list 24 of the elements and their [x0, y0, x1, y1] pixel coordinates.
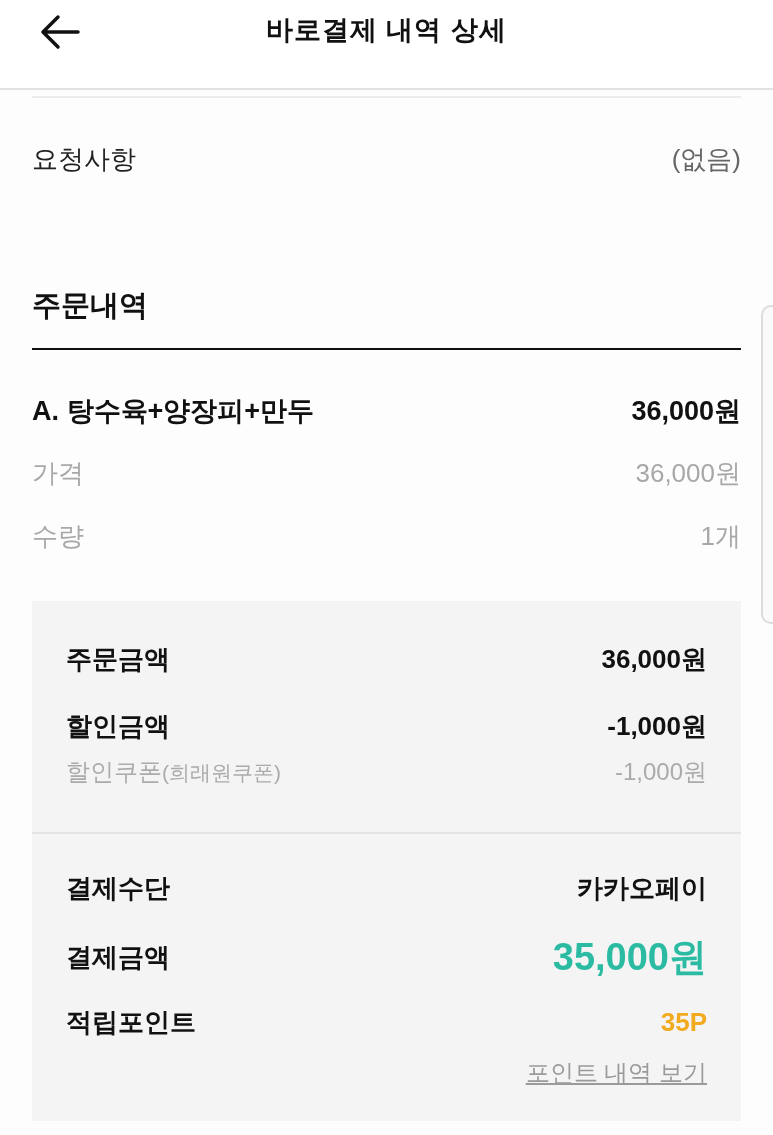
page-title: 바로결제 내역 상세: [266, 14, 507, 47]
summary-label: 결제수단: [66, 871, 170, 905]
detail-label: 수량: [32, 520, 84, 553]
points-value: 35P: [660, 1006, 707, 1038]
detail-label: 가격: [32, 457, 84, 490]
back-arrow-icon[interactable]: [40, 14, 80, 50]
coupon-label: 할인쿠폰(희래원쿠폰): [66, 757, 281, 787]
points-history-link[interactable]: 포인트 내역 보기: [525, 1057, 707, 1089]
item-name: A. 탕수육+양장피+만두: [32, 394, 315, 428]
section-title: 주문내역: [32, 288, 149, 323]
summary-value: -1,000원: [607, 709, 707, 743]
summary-value: 카카오페이: [577, 871, 707, 905]
payment-amount-value: 35,000원: [552, 934, 707, 980]
points-label: 적립포인트: [66, 1005, 196, 1039]
coupon-value: -1,000원: [614, 757, 707, 787]
payment-amount-label: 결제금액: [66, 940, 170, 974]
summary-label: 할인금액: [66, 709, 170, 743]
summary-value: 36,000원: [601, 642, 707, 676]
item-price: 36,000원: [631, 394, 741, 428]
detail-value: 1개: [700, 520, 741, 553]
detail-value: 36,000원: [635, 457, 741, 490]
request-label: 요청사항: [32, 142, 136, 176]
summary-label: 주문금액: [66, 642, 170, 676]
request-value: (없음): [671, 142, 741, 176]
